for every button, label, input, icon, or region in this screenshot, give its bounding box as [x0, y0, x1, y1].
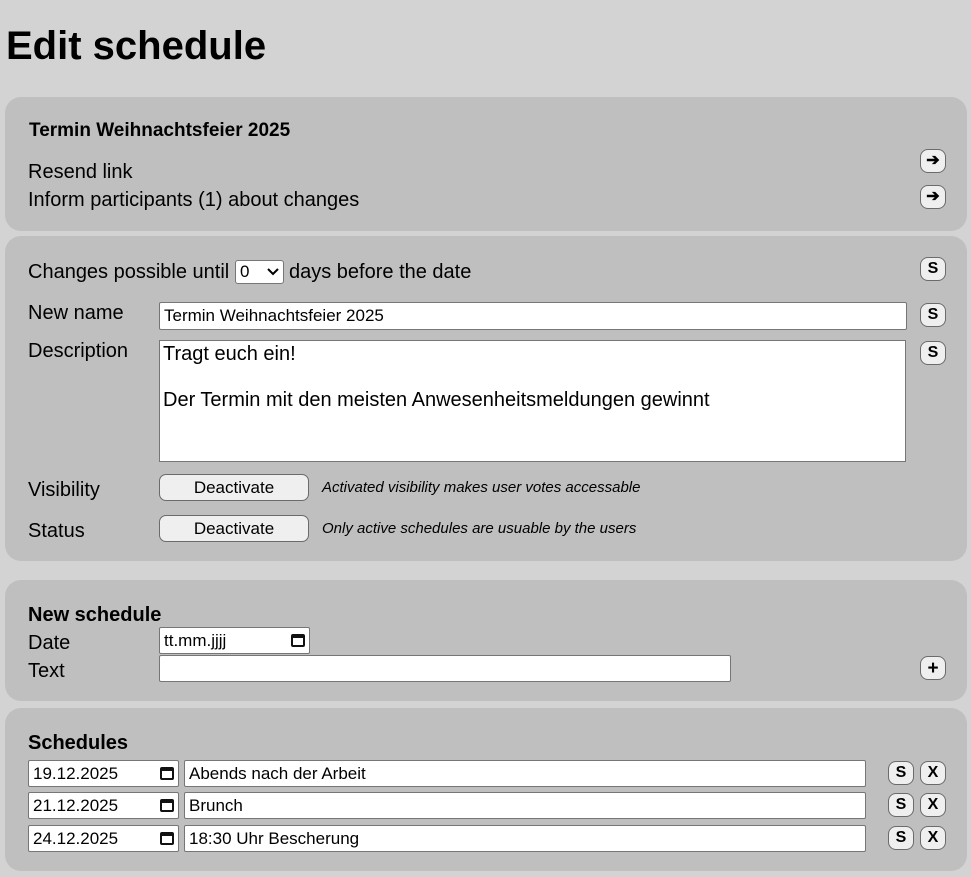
changes-possible-suffix: days before the date: [289, 261, 472, 283]
schedule-date-value: 21.12.2025: [33, 795, 119, 815]
new-schedule-heading: New schedule: [28, 604, 162, 626]
description-label: Description: [28, 340, 129, 362]
new-schedule-date-input[interactable]: tt.mm.jjjj: [159, 627, 310, 654]
status-hint: Only active schedules are usuable by the…: [322, 520, 637, 537]
schedule-row-2-delete-button[interactable]: X: [920, 793, 946, 817]
chevron-down-icon: [267, 268, 279, 276]
changes-days-select[interactable]: 0: [235, 260, 284, 284]
schedule-row-2-save-button[interactable]: S: [888, 793, 914, 817]
resend-link-label: Resend link: [28, 161, 133, 183]
add-schedule-button[interactable]: +: [920, 656, 946, 680]
new-schedule-date-label: Date: [28, 632, 71, 654]
visibility-hint: Activated visibility makes user votes ac…: [322, 479, 641, 496]
new-schedule-text-label: Text: [28, 660, 65, 682]
date-placeholder: tt.mm.jjjj: [164, 630, 227, 650]
schedule-row-1-delete-button[interactable]: X: [920, 761, 946, 785]
resend-link-button[interactable]: ➔: [920, 149, 946, 173]
calendar-icon[interactable]: [160, 832, 174, 845]
schedule-row-3-save-button[interactable]: S: [888, 826, 914, 850]
inform-participants-label: Inform participants (1) about changes: [28, 189, 360, 211]
description-textarea[interactable]: Tragt euch ein! Der Termin mit den meist…: [159, 340, 906, 462]
schedule-row-3-date[interactable]: 24.12.2025: [28, 825, 179, 852]
inform-participants-button[interactable]: ➔: [920, 185, 946, 209]
schedule-date-value: 24.12.2025: [33, 828, 119, 848]
visibility-label: Visibility: [28, 479, 100, 501]
schedule-name-heading: Termin Weihnachtsfeier 2025: [29, 120, 291, 141]
new-schedule-panel: New schedule Date tt.mm.jjjj Text +: [5, 580, 967, 701]
changes-possible-prefix: Changes possible until: [28, 261, 230, 283]
schedules-panel: Schedules 19.12.2025 Abends nach der Arb…: [5, 708, 967, 871]
changes-days-value: 0: [240, 262, 250, 281]
calendar-icon[interactable]: [160, 799, 174, 812]
calendar-icon[interactable]: [291, 634, 305, 647]
schedule-actions-panel: Termin Weihnachtsfeier 2025 Resend link …: [5, 97, 967, 231]
settings-panel: Changes possible until 0 days before the…: [5, 236, 967, 561]
new-schedule-text-input[interactable]: [159, 655, 731, 682]
visibility-deactivate-button[interactable]: Deactivate: [159, 474, 309, 501]
save-changes-days-button[interactable]: S: [920, 257, 946, 281]
new-name-label: New name: [28, 302, 124, 324]
schedule-row-3-text[interactable]: 18:30 Uhr Bescherung: [184, 825, 866, 852]
schedule-row-1-text[interactable]: Abends nach der Arbeit: [184, 760, 866, 787]
schedule-row-3-delete-button[interactable]: X: [920, 826, 946, 850]
new-name-input[interactable]: Termin Weihnachtsfeier 2025: [159, 302, 907, 330]
schedule-row-1-save-button[interactable]: S: [888, 761, 914, 785]
schedule-row-2-date[interactable]: 21.12.2025: [28, 792, 179, 819]
page-title: Edit schedule: [6, 24, 267, 68]
status-deactivate-button[interactable]: Deactivate: [159, 515, 309, 542]
save-description-button[interactable]: S: [920, 341, 946, 365]
schedule-date-value: 19.12.2025: [33, 763, 119, 783]
status-label: Status: [28, 520, 85, 542]
schedule-row-2-text[interactable]: Brunch: [184, 792, 866, 819]
schedules-heading: Schedules: [28, 732, 129, 754]
calendar-icon[interactable]: [160, 767, 174, 780]
save-name-button[interactable]: S: [920, 303, 946, 327]
schedule-row-1-date[interactable]: 19.12.2025: [28, 760, 179, 787]
